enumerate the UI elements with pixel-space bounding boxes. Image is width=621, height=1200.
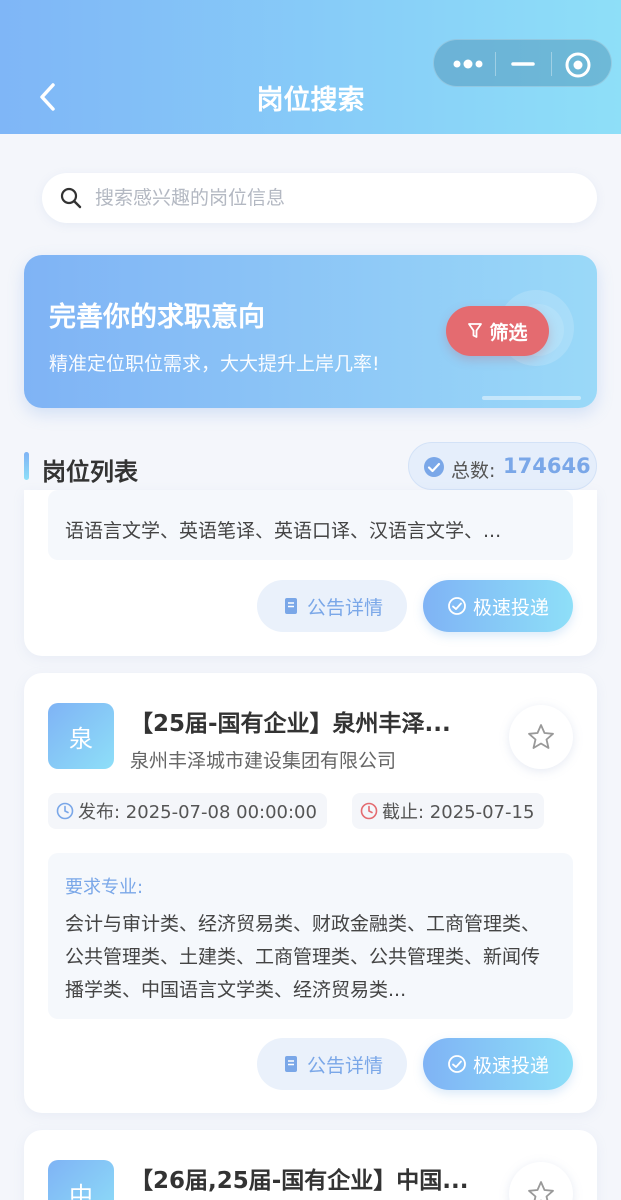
check-circle-icon bbox=[424, 457, 444, 477]
favorite-button[interactable] bbox=[509, 705, 573, 769]
majors-label: 要求专业: bbox=[65, 877, 144, 898]
job-card[interactable]: 泉 【25届-国有企业】泉州丰泽... 泉州丰泽城市建设集团有限公司 发布: 2… bbox=[24, 673, 597, 1113]
total-label: 总数: bbox=[451, 460, 496, 482]
quick-apply-label: 极速投递 bbox=[472, 1054, 549, 1077]
banner-decoration-line bbox=[482, 396, 581, 400]
notice-detail-button[interactable]: 公告详情 bbox=[257, 580, 407, 632]
clock-icon bbox=[360, 802, 378, 820]
favorite-button[interactable] bbox=[509, 1162, 573, 1200]
notice-detail-label: 公告详情 bbox=[306, 596, 383, 619]
majors-box: 语语言文学、英语笔译、英语口译、汉语言文学、... bbox=[48, 490, 573, 560]
filter-label: 筛选 bbox=[489, 321, 528, 344]
check-circle-icon bbox=[448, 1055, 466, 1073]
company-logo: 泉 bbox=[48, 703, 114, 769]
deadline-date: 截止: 2025-07-15 bbox=[382, 802, 535, 823]
company-name: 泉州丰泽城市建设集团有限公司 bbox=[130, 750, 397, 772]
quick-apply-button[interactable]: 极速投递 bbox=[423, 1038, 573, 1090]
banner-subtitle: 精准定位职位需求，大大提升上岸几率! bbox=[49, 353, 380, 375]
capsule-divider bbox=[495, 52, 496, 76]
more-dots-icon[interactable] bbox=[450, 54, 490, 74]
total-count-badge: 总数: 174646 bbox=[408, 442, 597, 490]
search-input[interactable] bbox=[95, 173, 575, 223]
header-bar: 岗位搜索 bbox=[0, 0, 621, 134]
notice-detail-button[interactable]: 公告详情 bbox=[257, 1038, 407, 1090]
job-intention-banner[interactable]: 完善你的求职意向 精准定位职位需求，大大提升上岸几率! 筛选 bbox=[24, 255, 597, 408]
check-circle-icon bbox=[448, 597, 466, 615]
capsule-divider bbox=[551, 52, 552, 76]
majors-box: 要求专业: 会计与审计类、经济贸易类、财政金融类、工商管理类、公共管理类、土建类… bbox=[48, 853, 573, 1019]
job-title[interactable]: 【26届,25届-国有企业】中国... bbox=[130, 1161, 486, 1195]
quick-apply-label: 极速投递 bbox=[472, 596, 549, 619]
banner-title: 完善你的求职意向 bbox=[49, 302, 265, 333]
document-icon bbox=[284, 598, 297, 614]
total-value: 174646 bbox=[503, 454, 591, 478]
notice-detail-label: 公告详情 bbox=[306, 1054, 383, 1077]
majors-text: 会计与审计类、经济贸易类、财政金融类、工商管理类、公共管理类、土建类、工商管理类… bbox=[65, 913, 541, 1001]
star-icon bbox=[528, 724, 554, 749]
quick-apply-button[interactable]: 极速投递 bbox=[423, 580, 573, 632]
document-icon bbox=[284, 1056, 297, 1072]
section-accent-bar bbox=[24, 452, 29, 480]
minimize-icon[interactable] bbox=[510, 54, 536, 74]
clock-icon bbox=[56, 802, 74, 820]
close-target-icon[interactable] bbox=[564, 51, 592, 79]
section-title: 岗位列表 bbox=[42, 458, 138, 486]
search-bar[interactable] bbox=[42, 173, 597, 223]
majors-text: 语语言文学、英语笔译、英语口译、汉语言文学、... bbox=[65, 520, 502, 542]
job-card[interactable]: 语语言文学、英语笔译、英语口译、汉语言文学、... 公告详情 极速投递 bbox=[24, 490, 597, 656]
publish-date-chip: 发布: 2025-07-08 00:00:00 bbox=[48, 793, 327, 829]
company-logo: 中 bbox=[48, 1160, 114, 1200]
publish-date: 发布: 2025-07-08 00:00:00 bbox=[78, 802, 317, 823]
job-title[interactable]: 【25届-国有企业】泉州丰泽... bbox=[130, 704, 486, 738]
job-card[interactable]: 中 【26届,25届-国有企业】中国... bbox=[24, 1130, 597, 1200]
filter-button[interactable]: 筛选 bbox=[446, 306, 549, 356]
star-icon bbox=[528, 1181, 554, 1200]
miniapp-capsule bbox=[433, 39, 612, 87]
search-icon bbox=[60, 187, 82, 209]
deadline-chip: 截止: 2025-07-15 bbox=[352, 793, 545, 829]
filter-funnel-icon bbox=[468, 323, 483, 338]
